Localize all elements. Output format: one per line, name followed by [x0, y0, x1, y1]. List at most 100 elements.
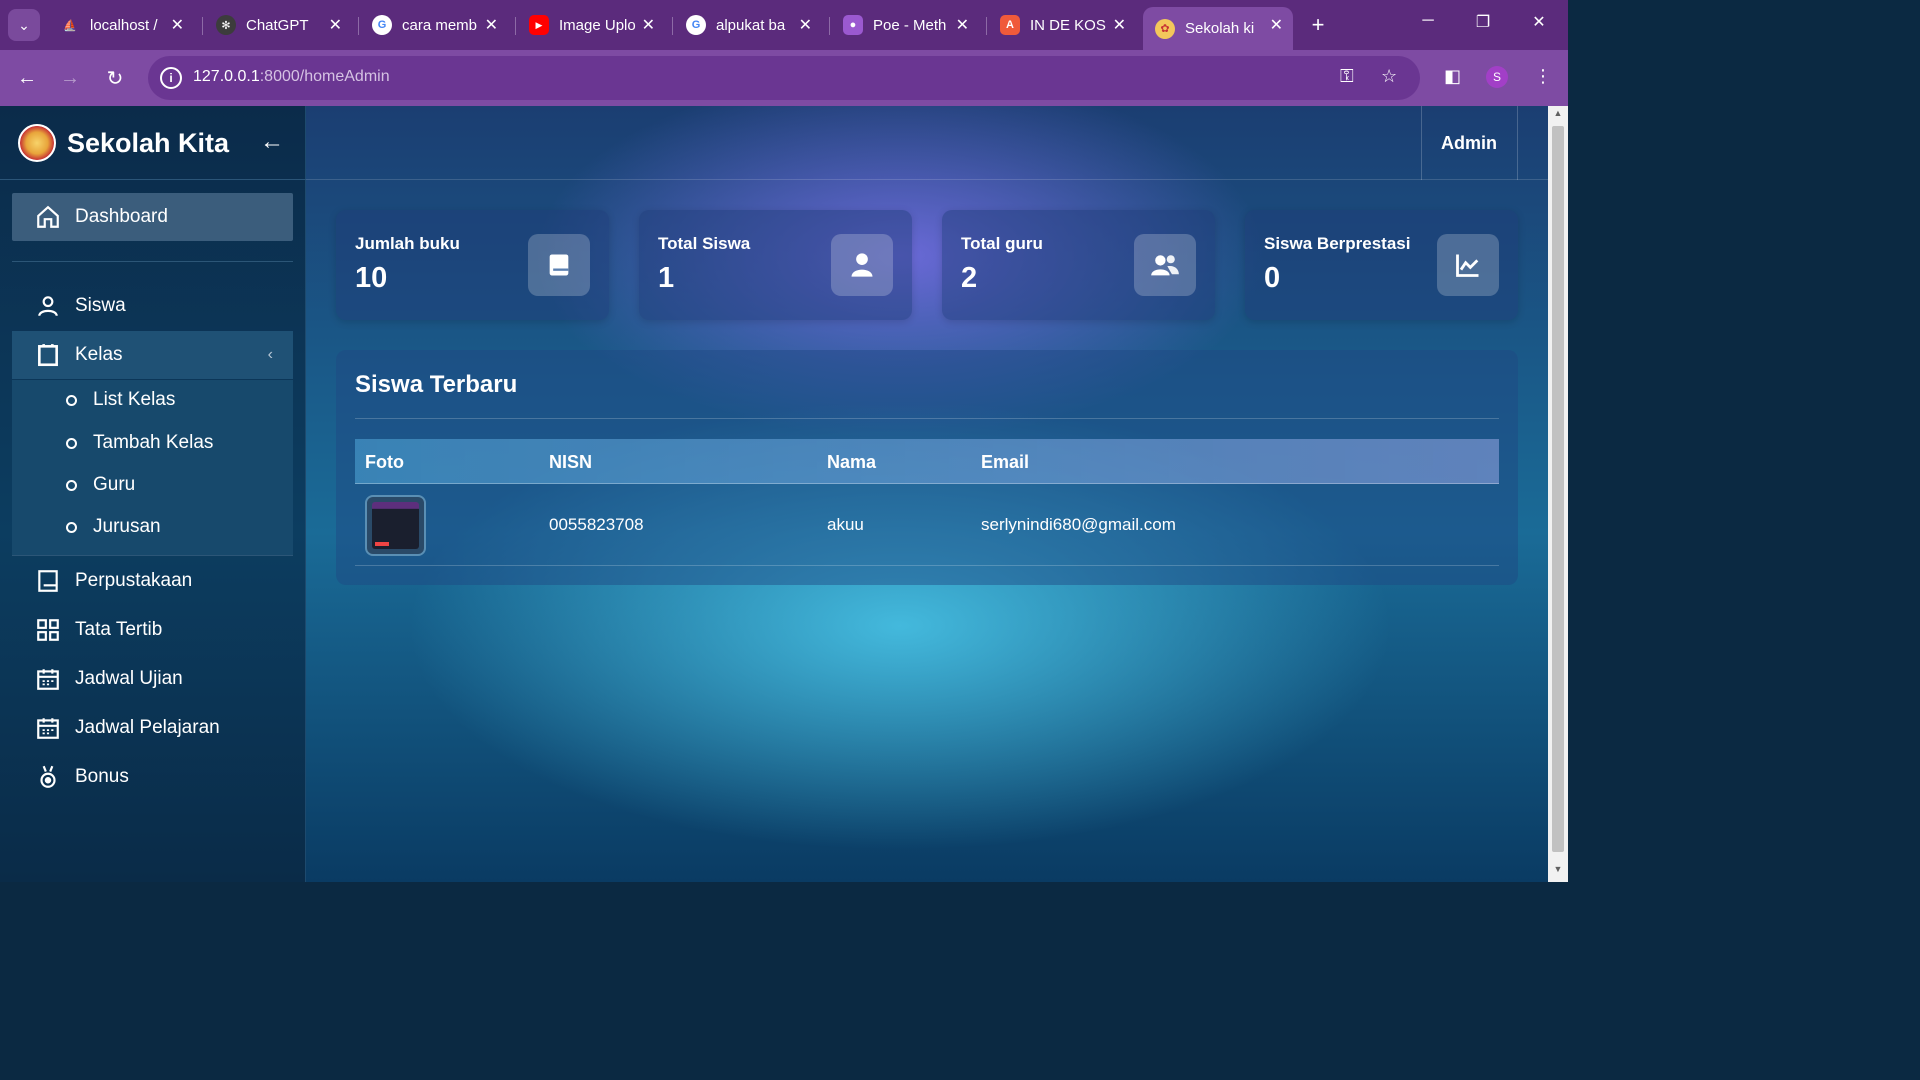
browser-tab[interactable]: G alpukat ba ✕: [674, 7, 822, 43]
close-tab-icon[interactable]: ✕: [799, 15, 812, 35]
grid-icon: [34, 616, 62, 644]
browser-tab[interactable]: A IN DE KOS ✕: [988, 7, 1136, 43]
circle-icon: [66, 437, 77, 449]
chevron-left-icon: ‹: [267, 346, 273, 363]
browser-tab[interactable]: ● Poe - Meth ✕: [831, 7, 979, 43]
submenu-item-guru[interactable]: Guru: [12, 465, 293, 505]
student-photo-thumbnail[interactable]: [365, 495, 426, 556]
calendar-icon: [34, 665, 62, 693]
address-bar[interactable]: i 127.0.0.1:8000/homeAdmin ⚿ ☆: [148, 56, 1420, 100]
stat-card-jumlah-buku: Jumlah buku 10: [336, 210, 609, 320]
sidebar: Sekolah Kita ← Dashboard Siswa Kelas ‹ L…: [0, 106, 306, 882]
user-icon: [34, 292, 62, 320]
sidebar-item-label: Jadwal Ujian: [75, 668, 183, 689]
stat-card-siswa-berprestasi: Siswa Berprestasi 0: [1245, 210, 1518, 320]
close-tab-icon[interactable]: ✕: [1270, 15, 1283, 35]
sidebar-divider: [12, 261, 293, 262]
cell-email: serlynindi680@gmail.com: [981, 515, 1176, 534]
google-icon: G: [686, 15, 706, 35]
minimize-button[interactable]: ─: [1413, 12, 1443, 30]
bookmark-star-icon[interactable]: ☆: [1381, 66, 1397, 87]
forward-icon[interactable]: →: [56, 64, 84, 92]
restore-button[interactable]: ❐: [1468, 12, 1498, 32]
close-window-button[interactable]: ✕: [1524, 12, 1554, 32]
school-logo-icon: [18, 124, 56, 162]
browser-tab[interactable]: ▶ Image Uplo ✕: [517, 7, 665, 43]
sidebar-item-bonus[interactable]: Bonus: [12, 753, 293, 801]
browser-toolbar: ← → ↻ i 127.0.0.1:8000/homeAdmin ⚿ ☆ ◧ ⋮: [0, 50, 1568, 106]
phpmyadmin-icon: ⛵: [63, 19, 77, 32]
back-icon[interactable]: ←: [13, 64, 41, 92]
column-header-foto: Foto: [365, 452, 404, 472]
sidebar-item-tata-tertib[interactable]: Tata Tertib: [12, 606, 293, 654]
circle-icon: [66, 521, 77, 533]
navbar-divider: [1421, 106, 1422, 180]
close-tab-icon[interactable]: ✕: [642, 15, 655, 35]
sidebar-item-jadwal-pelajaran[interactable]: Jadwal Pelajaran: [12, 704, 293, 752]
browser-tab-bar: ⌄ ⛵ localhost / ✕ ✻ ChatGPT ✕ G cara mem…: [0, 0, 1568, 50]
column-header-email: Email: [981, 452, 1030, 472]
new-tab-button[interactable]: +: [1306, 12, 1330, 38]
stat-value: 2: [961, 262, 978, 294]
reload-icon[interactable]: ↻: [101, 64, 129, 92]
sidebar-item-label: Tata Tertib: [75, 619, 163, 640]
profile-avatar[interactable]: S: [1486, 66, 1508, 88]
column-header-nama: Nama: [827, 452, 877, 472]
scroll-down-icon[interactable]: ▼: [1548, 864, 1568, 880]
user-menu[interactable]: Admin: [1441, 133, 1497, 154]
table-row[interactable]: 0055823708 akuu serlynindi680@gmail.com: [355, 485, 1499, 566]
browser-tab[interactable]: ⛵ localhost / ✕: [48, 7, 194, 43]
cell-nama: akuu: [827, 515, 864, 534]
sidebar-item-label: Kelas: [75, 344, 123, 365]
panel-divider: [355, 418, 1499, 419]
brand-name: Sekolah Kita: [67, 128, 230, 158]
sidebar-item-label: Siswa: [75, 295, 126, 316]
close-tab-icon[interactable]: ✕: [171, 15, 184, 35]
sidebar-item-kelas[interactable]: Kelas ‹: [12, 331, 293, 379]
book-icon: [34, 567, 62, 595]
browser-tab[interactable]: ✻ ChatGPT ✕: [204, 7, 352, 43]
url-text[interactable]: 127.0.0.1:8000/homeAdmin: [193, 68, 390, 86]
submenu-item-jurusan[interactable]: Jurusan: [12, 507, 293, 547]
sidebar-item-jadwal-ujian[interactable]: Jadwal Ujian: [12, 655, 293, 703]
stat-value: 10: [355, 262, 388, 294]
stat-value: 1: [658, 262, 675, 294]
password-key-icon[interactable]: ⚿: [1340, 66, 1354, 87]
sidebar-item-dashboard[interactable]: Dashboard: [12, 193, 293, 241]
site-info-icon[interactable]: i: [160, 67, 182, 89]
scroll-thumb[interactable]: [1552, 126, 1564, 852]
tab-search-button[interactable]: ⌄: [8, 9, 40, 41]
close-tab-icon[interactable]: ✕: [1113, 15, 1126, 35]
stat-label: Total Siswa: [658, 234, 751, 253]
scroll-up-icon[interactable]: ▲: [1548, 108, 1568, 124]
sidebar-item-siswa[interactable]: Siswa: [12, 282, 293, 330]
sidebar-item-perpustakaan[interactable]: Perpustakaan: [12, 557, 293, 605]
submenu-item-tambah-kelas[interactable]: Tambah Kelas: [12, 423, 293, 463]
app-a-icon: A: [1000, 15, 1020, 35]
recent-students-panel: Siswa Terbaru Foto NISN Nama Email 00558…: [336, 350, 1518, 585]
circle-icon: [66, 479, 77, 491]
chart-line-icon: [1437, 234, 1499, 296]
close-tab-icon[interactable]: ✕: [956, 15, 969, 35]
calendar-icon: [34, 714, 62, 742]
browser-tab[interactable]: G cara memb ✕: [360, 7, 508, 43]
google-icon: G: [372, 15, 392, 35]
book-icon: [528, 234, 590, 296]
browser-tab-active[interactable]: ✿ Sekolah ki ✕: [1143, 7, 1293, 50]
chatgpt-icon: ✻: [216, 15, 236, 35]
side-panel-icon[interactable]: ◧: [1444, 66, 1461, 87]
close-tab-icon[interactable]: ✕: [485, 15, 498, 35]
page-scrollbar[interactable]: ▲ ▼: [1548, 106, 1568, 882]
stat-card-total-guru: Total guru 2: [942, 210, 1215, 320]
cell-nisn: 0055823708: [549, 515, 644, 534]
browser-menu-icon[interactable]: ⋮: [1534, 66, 1552, 87]
brand: Sekolah Kita ←: [0, 106, 306, 180]
table-header: Foto NISN Nama Email: [355, 439, 1499, 484]
stat-value: 0: [1264, 262, 1281, 294]
sidebar-collapse-icon[interactable]: ←: [260, 128, 284, 156]
panel-title: Siswa Terbaru: [355, 371, 518, 398]
close-tab-icon[interactable]: ✕: [329, 15, 342, 35]
sidebar-item-label: Bonus: [75, 766, 129, 787]
submenu-item-list-kelas[interactable]: List Kelas: [12, 380, 293, 420]
top-navbar: Admin: [306, 106, 1548, 180]
